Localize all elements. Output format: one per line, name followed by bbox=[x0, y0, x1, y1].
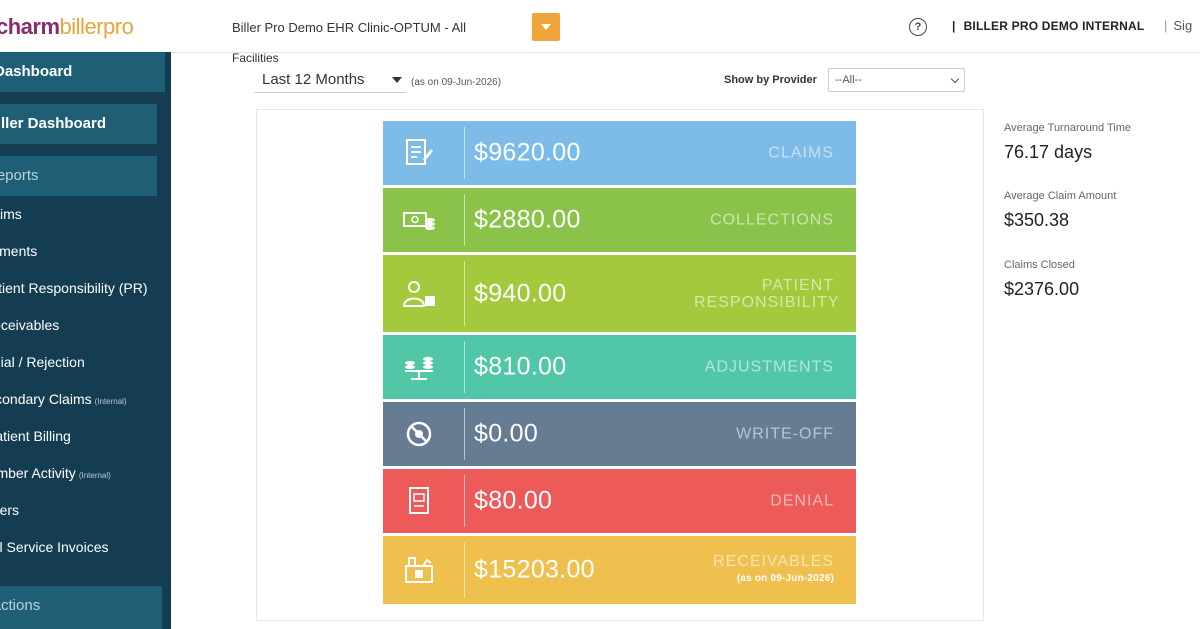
sidebar-item-secondary-claims[interactable]: Secondary Claims(Internal) bbox=[0, 391, 149, 407]
sidebar-item-label: Secondary Claims bbox=[0, 391, 92, 407]
tile-sublabel: (as on 09-Jun-2026) bbox=[736, 573, 834, 584]
collections-icon bbox=[403, 212, 435, 230]
tile-amount: $2880.00 bbox=[474, 205, 581, 234]
chevron-down-icon bbox=[950, 74, 960, 84]
sidebar-item-label: Patient Billing bbox=[0, 428, 71, 444]
tile-denial[interactable]: $80.00 DENIAL bbox=[383, 469, 856, 533]
tile-claims[interactable]: $9620.00 CLAIMS bbox=[383, 121, 856, 185]
tile-divider bbox=[464, 261, 465, 326]
stat-label-turnaround: Average Turnaround Time bbox=[1004, 122, 1131, 134]
stat-value-turnaround: 76.17 days bbox=[1004, 142, 1093, 162]
facility-dropdown-button[interactable] bbox=[532, 13, 560, 41]
tile-label-text: ADJUSTMENTS bbox=[704, 358, 834, 376]
internal-tag: (Internal) bbox=[94, 397, 127, 406]
patient-responsibility-icon bbox=[402, 280, 435, 307]
sidebar-item-denial-rejection[interactable]: Denial / Rejection bbox=[0, 354, 146, 370]
stat-label-claims-closed: Claims Closed bbox=[1004, 259, 1075, 271]
provider-select[interactable]: --All-- bbox=[828, 68, 965, 92]
app-logo[interactable]: charmbillerpro bbox=[0, 14, 134, 40]
tile-divider bbox=[464, 341, 465, 393]
sidebar-item-biller-dashboard[interactable]: Biller Dashboard bbox=[0, 104, 157, 144]
denial-icon bbox=[409, 487, 429, 514]
period-value: Last 12 Months bbox=[262, 71, 365, 88]
tile-label-text: PATIENT RESPONSIBILITY bbox=[694, 276, 840, 311]
sidebar-section-actions[interactable]: Actions bbox=[0, 586, 162, 629]
facilities-label: Facilities bbox=[232, 51, 279, 65]
tile-amount: $810.00 bbox=[474, 352, 567, 381]
sidebar-item-label: Member Activity bbox=[0, 465, 76, 481]
tile-amount: $15203.00 bbox=[474, 555, 595, 584]
top-header: charmbillerpro Biller Pro Demo EHR Clini… bbox=[0, 0, 1200, 53]
logo-brand: charm bbox=[0, 14, 60, 39]
stat-label-avg-claim: Average Claim Amount bbox=[1004, 190, 1117, 202]
sidebar: Dashboard Biller Dashboard Reports Claim… bbox=[0, 52, 171, 629]
tile-amount: $80.00 bbox=[474, 486, 553, 515]
sidebar-item-others[interactable]: Others bbox=[0, 502, 148, 518]
sidebar-item-label: Patient Responsibility (PR) bbox=[0, 280, 148, 296]
tile-label: CLAIMS bbox=[768, 145, 834, 162]
sidebar-item-label: Denial / Rejection bbox=[0, 354, 85, 370]
sidebar-item-label: Dashboard bbox=[0, 63, 73, 80]
period-select[interactable]: Last 12 Months bbox=[254, 67, 406, 93]
sign-out-link[interactable]: Sig bbox=[1164, 18, 1192, 33]
sidebar-section-label: Actions bbox=[0, 597, 41, 614]
provider-value: --All-- bbox=[835, 74, 862, 86]
write-off-icon bbox=[406, 421, 432, 447]
receivables-icon bbox=[405, 557, 433, 583]
tile-label: DENIAL bbox=[770, 493, 834, 510]
tile-patient-responsibility[interactable]: $940.00 PATIENT RESPONSIBILITY bbox=[383, 255, 856, 332]
sidebar-item-patient-responsibility[interactable]: Patient Responsibility (PR) bbox=[0, 280, 152, 296]
sidebar-item-label: Others bbox=[0, 502, 20, 518]
adjustments-icon bbox=[405, 357, 433, 380]
tile-amount: $940.00 bbox=[474, 279, 567, 307]
tile-collections[interactable]: $2880.00 COLLECTIONS bbox=[383, 188, 856, 252]
sidebar-item-bill-service-invoices[interactable]: Bill Service Invoices bbox=[0, 539, 155, 555]
sidebar-item-label: Bill Service Invoices bbox=[0, 539, 109, 555]
tile-label: RECEIVABLES (as on 09-Jun-2026) bbox=[713, 553, 834, 587]
tile-label-text: CLAIMS bbox=[768, 144, 834, 162]
tile-divider bbox=[464, 127, 465, 179]
tile-label: COLLECTIONS bbox=[710, 212, 834, 229]
tile-divider bbox=[464, 194, 465, 246]
tile-adjustments[interactable]: $810.00 ADJUSTMENTS bbox=[383, 335, 856, 399]
sidebar-item-label: Payments bbox=[0, 243, 38, 259]
facility-selector-label[interactable]: Biller Pro Demo EHR Clinic-OPTUM - All bbox=[232, 20, 466, 35]
caret-down-icon bbox=[392, 77, 402, 83]
sidebar-item-patient-billing[interactable]: Patient Billing bbox=[0, 428, 157, 444]
tile-divider bbox=[464, 542, 465, 598]
sidebar-section-reports[interactable]: Reports bbox=[0, 156, 157, 196]
sidebar-item-receivables[interactable]: Receivables bbox=[0, 317, 154, 333]
sidebar-item-label: Receivables bbox=[0, 317, 60, 333]
tile-write-off[interactable]: $0.00 WRITE-OFF bbox=[383, 402, 856, 466]
tile-label-text: WRITE-OFF bbox=[736, 425, 834, 443]
tile-divider bbox=[464, 408, 465, 460]
tile-label: PATIENT RESPONSIBILITY bbox=[694, 277, 839, 311]
sidebar-item-dashboard[interactable]: Dashboard bbox=[0, 52, 165, 92]
stat-value-claims-closed: $2376.00 bbox=[1004, 279, 1080, 299]
tile-amount: $0.00 bbox=[474, 419, 539, 448]
claims-icon bbox=[406, 139, 433, 165]
sidebar-item-label: Biller Dashboard bbox=[0, 115, 107, 132]
tile-receivables[interactable]: $15203.00 RECEIVABLES (as on 09-Jun-2026) bbox=[383, 536, 856, 604]
sidebar-section-label: Reports bbox=[0, 167, 39, 184]
tile-amount: $9620.00 bbox=[474, 138, 581, 167]
provider-label: Show by Provider bbox=[724, 74, 817, 86]
stat-value-avg-claim: $350.38 bbox=[1004, 210, 1070, 230]
as-on-date: (as on 09-Jun-2026) bbox=[411, 77, 502, 88]
sidebar-item-member-activity[interactable]: Member Activity(Internal) bbox=[0, 465, 148, 481]
tile-label-text: DENIAL bbox=[770, 492, 834, 510]
tile-divider bbox=[464, 475, 465, 527]
sidebar-item-claims[interactable]: Claims bbox=[0, 206, 150, 222]
account-name[interactable]: BILLER PRO DEMO INTERNAL bbox=[952, 19, 1145, 33]
tile-label-text: COLLECTIONS bbox=[710, 211, 834, 229]
tile-label-text: RECEIVABLES bbox=[713, 553, 834, 570]
help-icon[interactable]: ? bbox=[909, 18, 927, 36]
logo-product: billerpro bbox=[59, 14, 134, 39]
sidebar-item-label: Claims bbox=[0, 206, 22, 222]
tile-label: ADJUSTMENTS bbox=[705, 359, 834, 376]
tile-label: WRITE-OFF bbox=[736, 426, 834, 443]
sidebar-item-payments[interactable]: Payments bbox=[0, 243, 146, 259]
chevron-down-icon bbox=[541, 24, 551, 30]
internal-tag: (Internal) bbox=[78, 471, 111, 480]
